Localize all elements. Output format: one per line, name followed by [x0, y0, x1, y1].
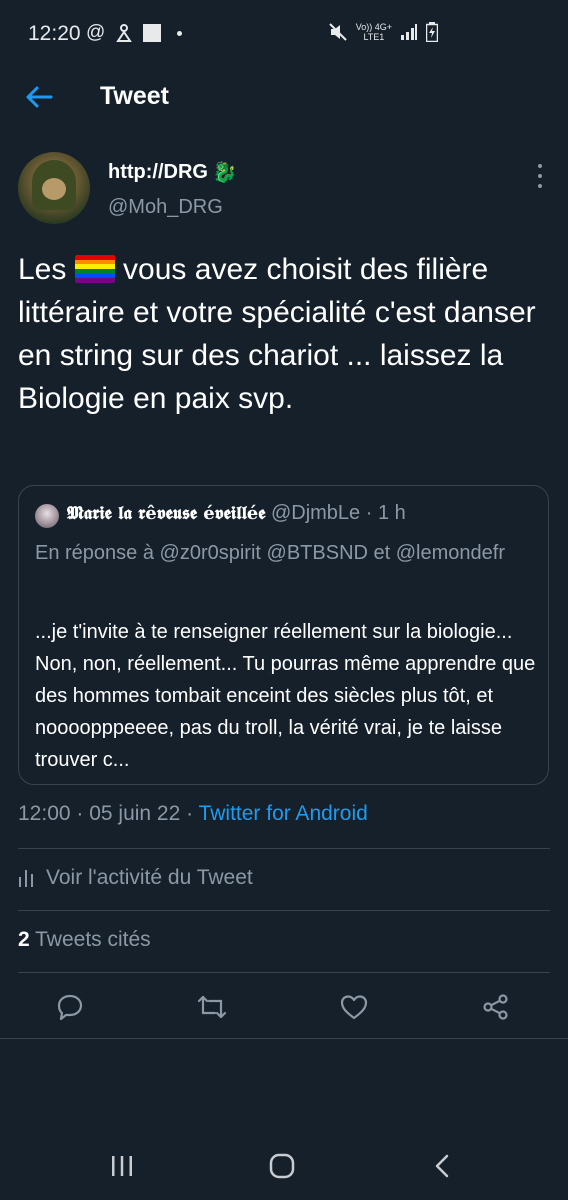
image-icon: [143, 24, 162, 42]
recent-apps-button[interactable]: [102, 1148, 142, 1184]
view-activity-button[interactable]: Voir l'activité du Tweet: [18, 866, 253, 890]
quoted-tweet-card[interactable]: 𝕸𝖆𝖗𝖎𝖊 𝖑𝖆 𝖗ê𝖛𝖊𝖚𝖘𝖊 é𝖛𝖊𝖎𝖑𝖑é𝖊 @DjmbLe · 1 h …: [18, 485, 549, 785]
analytics-icon: [19, 870, 33, 887]
network-label: Vo)) 4G+ LTE1: [356, 22, 392, 42]
recent-apps-icon: [112, 1156, 132, 1176]
divider: [18, 972, 550, 973]
author-display-name[interactable]: http://DRG 🐉: [108, 160, 237, 185]
quote-tweets-label: Tweets cités: [29, 928, 151, 951]
quoted-tweet-header: 𝕸𝖆𝖗𝖎𝖊 𝖑𝖆 𝖗ê𝖛𝖊𝖚𝖘𝖊 é𝖛𝖊𝖎𝖑𝖑é𝖊 @DjmbLe · 1 h: [67, 502, 406, 525]
arrow-left-icon: [26, 86, 53, 108]
avatar-face-shape: [42, 178, 66, 200]
tweet-author: http://DRG 🐉 @Moh_DRG: [18, 150, 550, 230]
tweet-text: Les vous avez choisit des filière littér…: [18, 248, 548, 420]
signal-icon: [401, 24, 417, 40]
tweet-timestamp: 12:00 · 05 juin 22 ·: [18, 802, 199, 825]
tweet-text-start: Les: [18, 253, 75, 286]
dragon-emoji: 🐉: [211, 162, 237, 184]
battery-icon: [426, 22, 438, 42]
status-system-icons: Vo)) 4G+ LTE1: [328, 22, 438, 42]
share-icon: [483, 994, 508, 1020]
page-title: Tweet: [100, 82, 169, 110]
more-dot: [538, 164, 542, 168]
status-bar: 12:20 @ Vo)) 4G+ LTE1: [0, 0, 568, 70]
flag-stripe: [74, 278, 115, 283]
quote-count: 2: [18, 928, 30, 951]
chevron-left-icon: [435, 1154, 449, 1178]
system-nav-bar: [0, 1130, 568, 1200]
home-button[interactable]: [262, 1148, 302, 1184]
share-button[interactable]: [480, 991, 512, 1023]
quote-tweets-count[interactable]: 2 Tweets cités: [18, 928, 151, 952]
top-app-bar: Tweet: [0, 70, 568, 126]
tweet-actions: [0, 985, 568, 1029]
quoted-avatar: [35, 504, 59, 528]
display-name-text: http://DRG: [108, 161, 208, 183]
view-activity-label: Voir l'activité du Tweet: [46, 866, 253, 889]
divider: [0, 1038, 568, 1039]
back-button[interactable]: [22, 80, 56, 114]
status-notification-icons: @: [86, 22, 183, 44]
quoted-display-name: 𝕸𝖆𝖗𝖎𝖊 𝖑𝖆 𝖗ê𝖛𝖊𝖚𝖘𝖊 é𝖛𝖊𝖎𝖑𝖑é𝖊: [67, 503, 266, 524]
tweet-source-link[interactable]: Twitter for Android: [199, 802, 368, 825]
dot-icon: [177, 30, 183, 36]
retweet-button[interactable]: [196, 991, 228, 1023]
network-bottom-label: LTE1: [363, 32, 385, 42]
reply-icon: [57, 994, 83, 1021]
screen: 12:20 @ Vo)) 4G+ LTE1 Tweet http://DRG 🐉…: [0, 0, 568, 1200]
divider: [18, 910, 550, 911]
avatar[interactable]: [18, 152, 90, 224]
rainbow-flag-emoji: [74, 255, 115, 283]
reply-button[interactable]: [54, 991, 86, 1023]
more-options-button[interactable]: [530, 164, 550, 188]
mute-icon: [329, 23, 347, 41]
quoted-reply-context: En réponse à @z0r0spirit @BTBSND et @lem…: [35, 542, 505, 564]
at-icon: @: [86, 22, 106, 43]
notification-icon: [116, 24, 133, 42]
divider: [18, 848, 550, 849]
home-icon: [269, 1153, 295, 1179]
system-back-button[interactable]: [422, 1148, 462, 1184]
more-dot: [538, 184, 542, 188]
like-button[interactable]: [338, 991, 370, 1023]
author-handle[interactable]: @Moh_DRG: [108, 196, 223, 219]
heart-icon: [340, 995, 368, 1020]
quoted-handle-time: @DjmbLe · 1 h: [270, 502, 406, 524]
tweet-timestamp-row: 12:00 · 05 juin 22 · Twitter for Android: [18, 802, 368, 826]
retweet-icon: [197, 995, 227, 1019]
more-dot: [538, 174, 542, 178]
status-time: 12:20: [28, 22, 81, 45]
network-top-label: Vo)) 4G+: [355, 22, 392, 32]
quoted-tweet-text: ...je t'invite à te renseigner réellemen…: [35, 621, 536, 771]
